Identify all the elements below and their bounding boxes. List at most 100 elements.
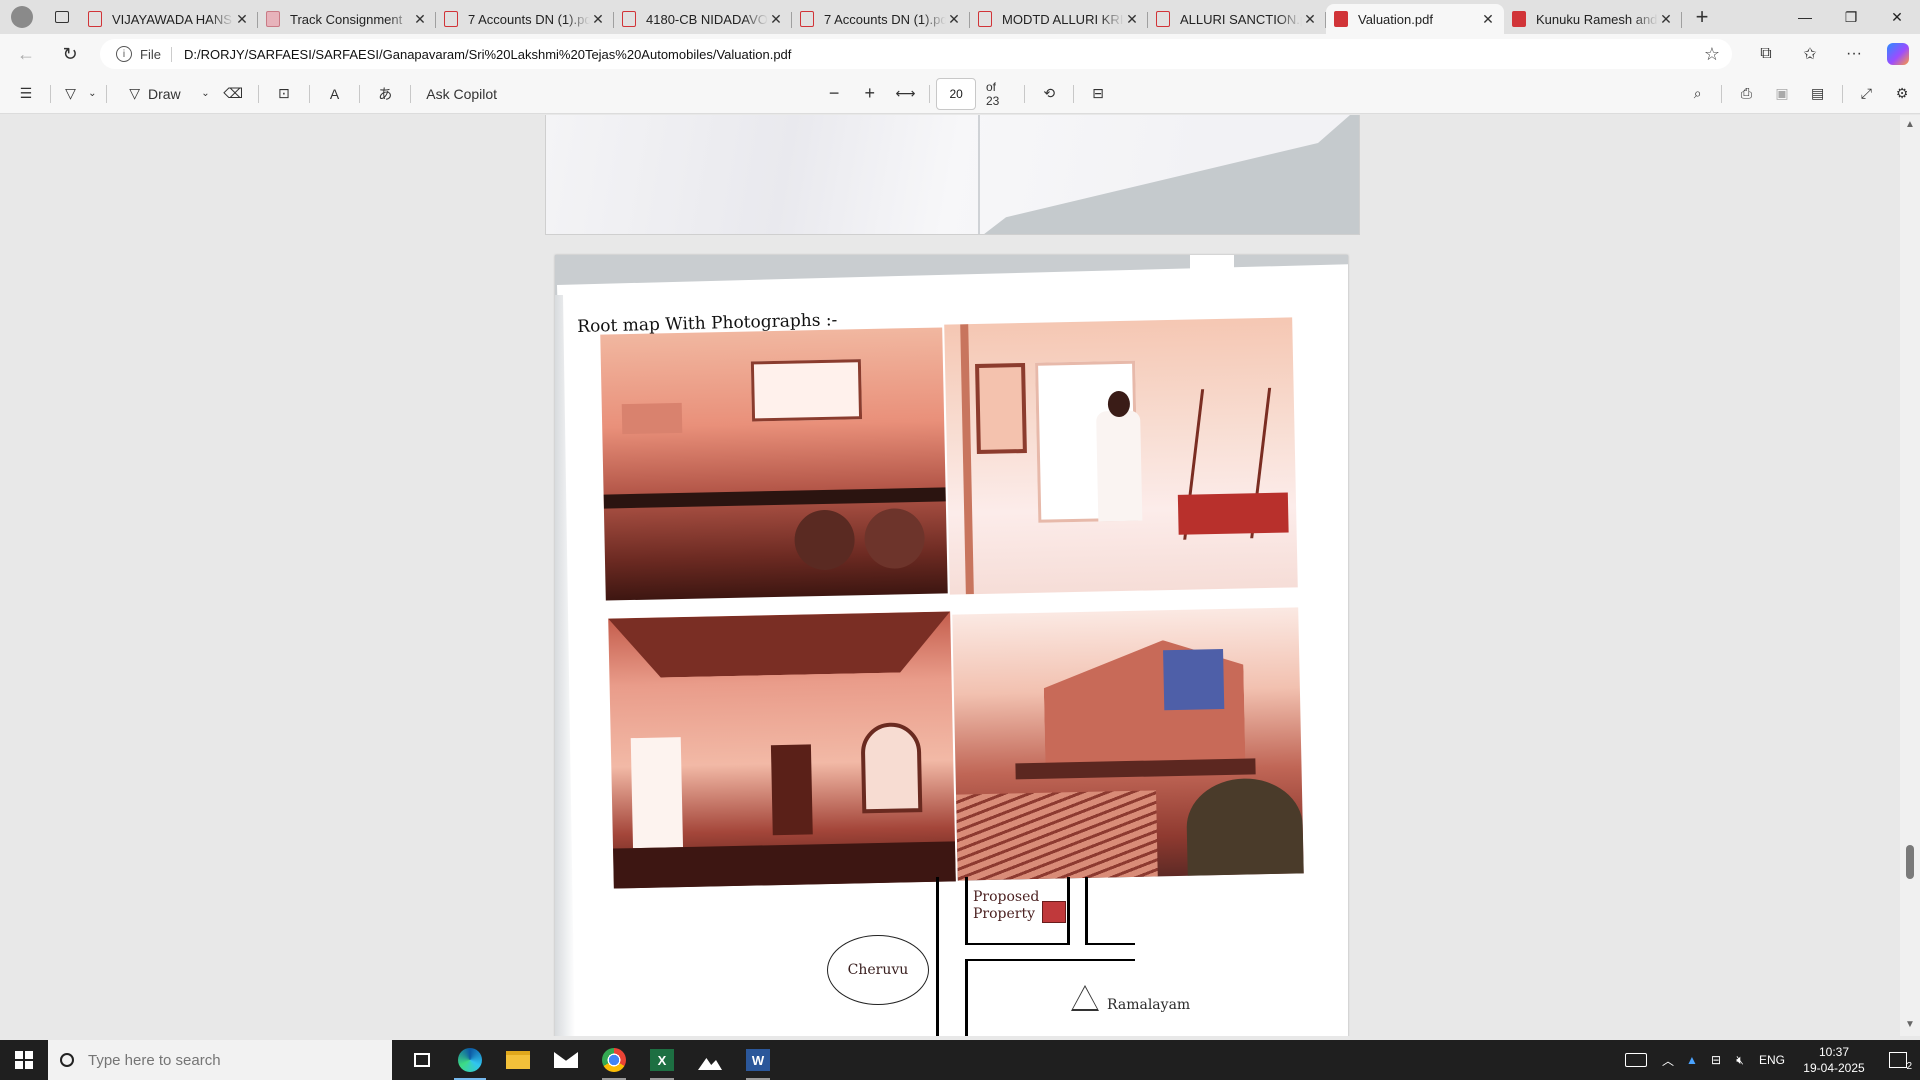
- settings-more-button[interactable]: ···: [1832, 36, 1876, 72]
- highlight-button[interactable]: ▽: [57, 78, 85, 110]
- tab-1[interactable]: Track Consignment ✕: [258, 4, 436, 34]
- scroll-up-icon[interactable]: ▲: [1905, 119, 1915, 130]
- rotate-button[interactable]: ⟲: [1031, 78, 1067, 110]
- network-button[interactable]: ⊟: [1704, 1040, 1728, 1080]
- edge-app[interactable]: [446, 1040, 494, 1080]
- tab-3[interactable]: 4180-CB NIDADAVOLU ✕: [614, 4, 792, 34]
- tab-actions-button[interactable]: [44, 0, 80, 34]
- erase-button[interactable]: ⌫: [214, 78, 252, 110]
- close-icon[interactable]: ✕: [946, 11, 962, 28]
- page-view-icon: ⊟: [1092, 85, 1104, 101]
- language-indicator[interactable]: ENG: [1752, 1040, 1792, 1080]
- tab-6[interactable]: ALLURI SANCTION.pdf ✕: [1148, 4, 1326, 34]
- close-icon[interactable]: ✕: [1124, 11, 1140, 28]
- address-bar[interactable]: i File D:/RORJY/SARFAESI/SARFAESI/Ganapa…: [100, 39, 1732, 69]
- refresh-button[interactable]: ↻: [52, 36, 88, 72]
- fullscreen-button[interactable]: ⤢: [1849, 78, 1885, 110]
- url-text[interactable]: D:/RORJY/SARFAESI/SARFAESI/Ganapavaram/S…: [184, 47, 791, 62]
- tab-4[interactable]: 7 Accounts DN (1).pdf ✕: [792, 4, 970, 34]
- page-number-input[interactable]: 20: [936, 77, 976, 110]
- tab-title: Valuation.pdf: [1358, 11, 1433, 27]
- close-icon[interactable]: ✕: [234, 11, 250, 28]
- network-icon: ⊟: [1710, 1053, 1722, 1067]
- file-explorer-app[interactable]: [494, 1040, 542, 1080]
- volume-button[interactable]: 🔇︎: [1728, 1040, 1752, 1080]
- profile-button[interactable]: [0, 0, 44, 34]
- tab-8[interactable]: Kunuku Ramesh and K ✕: [1504, 4, 1682, 34]
- chevron-down-icon: ⌄: [201, 88, 210, 99]
- scrollbar-thumb[interactable]: [1906, 845, 1914, 879]
- pdf-settings-button[interactable]: ⚙: [1884, 78, 1920, 110]
- extensions-button[interactable]: ⧉: [1744, 36, 1788, 72]
- pdf-icon: [1334, 11, 1348, 27]
- new-tab-button[interactable]: +: [1682, 4, 1722, 30]
- close-icon[interactable]: ✕: [1302, 11, 1318, 28]
- clock[interactable]: 10:37 19-04-2025: [1792, 1044, 1876, 1076]
- save-as-button[interactable]: ▤: [1800, 78, 1836, 110]
- page-view-button[interactable]: ⊟: [1080, 78, 1116, 110]
- divider: [1073, 84, 1075, 103]
- road-horizontal: [965, 943, 1070, 945]
- print-button[interactable]: ⎙: [1728, 78, 1764, 110]
- vessel: [793, 509, 856, 571]
- close-icon[interactable]: ✕: [768, 11, 784, 28]
- browser-actions: ⧉ ✩ ···: [1744, 36, 1920, 72]
- tab-0[interactable]: VIJAYAWADA HANS (4 ✕: [80, 4, 258, 34]
- zoom-out-button[interactable]: −: [816, 78, 852, 110]
- ask-copilot-button[interactable]: Ask Copilot: [417, 78, 506, 110]
- pdf-icon: [88, 11, 102, 27]
- chrome-app[interactable]: [590, 1040, 638, 1080]
- close-icon[interactable]: ✕: [412, 11, 428, 28]
- pdf-viewer[interactable]: Root map With Photographs :- Proposed Pr…: [0, 115, 1900, 1036]
- close-icon[interactable]: ✕: [1658, 11, 1674, 28]
- fit-width-button[interactable]: ⟷: [888, 78, 924, 110]
- onedrive-button[interactable]: ▲: [1680, 1040, 1704, 1080]
- notifications-button[interactable]: 2: [1876, 1040, 1920, 1080]
- highlight-dropdown[interactable]: ⌄: [84, 78, 100, 110]
- star-icon[interactable]: ☆: [1704, 44, 1720, 65]
- word-app[interactable]: W: [734, 1040, 782, 1080]
- draw-label: Draw: [147, 85, 181, 102]
- tab-5[interactable]: MODTD ALLURI KRISH ✕: [970, 4, 1148, 34]
- tab-7-active[interactable]: Valuation.pdf ✕: [1326, 4, 1504, 34]
- copilot-button[interactable]: [1876, 36, 1920, 72]
- zoom-in-button[interactable]: +: [852, 78, 888, 110]
- favorites-button[interactable]: ✩: [1788, 36, 1832, 72]
- find-button[interactable]: ⌕: [1680, 78, 1716, 110]
- road-vertical: [965, 959, 968, 1036]
- info-icon[interactable]: i: [116, 46, 132, 62]
- tab-2[interactable]: 7 Accounts DN (1).pdf ✕: [436, 4, 614, 34]
- swing-seat: [1177, 492, 1289, 535]
- taskbar-search-input[interactable]: [88, 1051, 368, 1069]
- close-window-button[interactable]: ✕: [1874, 0, 1920, 34]
- taskbar-search[interactable]: [48, 1040, 392, 1080]
- contents-button[interactable]: ☰: [8, 78, 44, 110]
- draw-button[interactable]: ▽ Draw: [113, 78, 196, 110]
- windows-taskbar: X W ︿ ▲ ⊟ 🔇︎ ENG 10:37 19-04-2025 2: [0, 1040, 1920, 1080]
- minimize-button[interactable]: —: [1782, 0, 1828, 34]
- back-button[interactable]: ←: [8, 36, 44, 72]
- show-hidden-icons-button[interactable]: ︿: [1656, 1040, 1680, 1080]
- add-text-button[interactable]: ⊡: [265, 78, 303, 110]
- fit-width-icon: ⟷: [895, 85, 916, 101]
- save-as-icon: ▤: [1811, 85, 1825, 101]
- task-view-button[interactable]: [398, 1040, 446, 1080]
- mail-app[interactable]: [542, 1040, 590, 1080]
- keyboard-button[interactable]: [1616, 1040, 1656, 1080]
- tab-title: Track Consignment: [290, 11, 403, 27]
- restore-button[interactable]: ❐: [1828, 0, 1874, 34]
- read-aloud-button[interactable]: A: [316, 78, 354, 110]
- vertical-scrollbar[interactable]: ▲ ▼: [1900, 115, 1920, 1036]
- start-button[interactable]: [0, 1040, 48, 1080]
- photos-app[interactable]: [686, 1040, 734, 1080]
- draw-dropdown[interactable]: ⌄: [197, 78, 215, 110]
- road-vertical: [1067, 877, 1070, 945]
- close-icon[interactable]: ✕: [1480, 11, 1496, 28]
- scroll-down-icon[interactable]: ▼: [1905, 1019, 1915, 1030]
- translate-button[interactable]: あ: [366, 78, 404, 110]
- window: [860, 722, 923, 814]
- close-icon[interactable]: ✕: [590, 11, 606, 28]
- mail-icon: [554, 1052, 578, 1068]
- excel-app[interactable]: X: [638, 1040, 686, 1080]
- save-button[interactable]: ▣: [1764, 78, 1800, 110]
